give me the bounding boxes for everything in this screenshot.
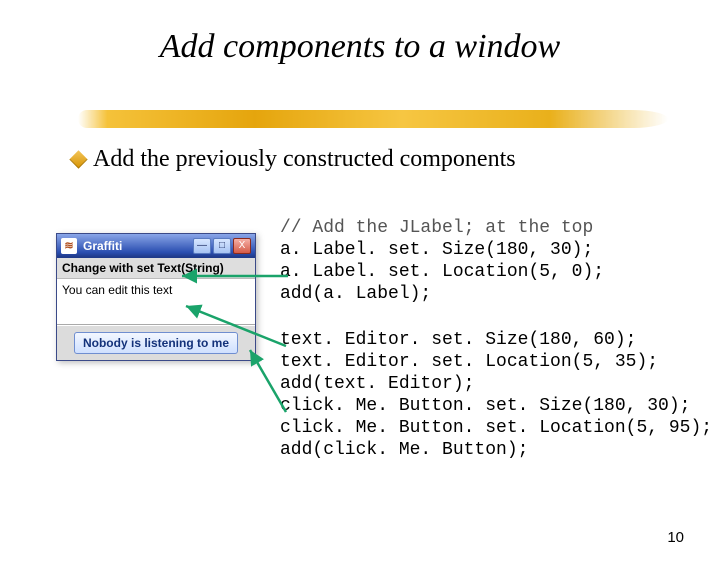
text-editor[interactable]: You can edit this text: [57, 279, 255, 325]
window-title: Graffiti: [83, 239, 187, 253]
java-icon: ≋: [61, 238, 77, 254]
code-block-1: // Add the JLabel; at the top a. Label. …: [280, 218, 700, 306]
code-line: click. Me. Button. set. Size(180, 30);: [280, 396, 700, 418]
code-line: // Add the JLabel; at the top: [280, 218, 700, 240]
code-line: add(text. Editor);: [280, 374, 700, 396]
code-line: a. Label. set. Size(180, 30);: [280, 240, 700, 262]
slide-title: Add components to a window: [0, 28, 720, 66]
button-area: Nobody is listening to me: [57, 325, 255, 360]
page-number: 10: [667, 529, 684, 546]
jlabel: Change with set Text(String): [57, 258, 255, 279]
code-block-2: text. Editor. set. Size(180, 60); text. …: [280, 330, 700, 462]
bullet-icon: [69, 150, 87, 168]
code-line: text. Editor. set. Location(5, 35);: [280, 352, 700, 374]
code-block: // Add the JLabel; at the top a. Label. …: [280, 218, 700, 462]
java-window: ≋ Graffiti — □ X Change with set Text(St…: [56, 233, 256, 361]
bullet-row: Add the previously constructed component…: [72, 146, 516, 173]
code-line: click. Me. Button. set. Location(5, 95);: [280, 418, 700, 440]
code-line: add(click. Me. Button);: [280, 440, 700, 462]
title-underline: [78, 110, 668, 128]
maximize-icon[interactable]: □: [213, 238, 231, 254]
window-buttons: — □ X: [193, 238, 251, 254]
minimize-icon[interactable]: —: [193, 238, 211, 254]
code-line: add(a. Label);: [280, 284, 700, 306]
code-line: a. Label. set. Location(5, 0);: [280, 262, 700, 284]
titlebar: ≋ Graffiti — □ X: [57, 234, 255, 258]
code-line: text. Editor. set. Size(180, 60);: [280, 330, 700, 352]
click-me-button[interactable]: Nobody is listening to me: [74, 332, 238, 354]
bullet-text: Add the previously constructed component…: [93, 146, 516, 173]
close-icon[interactable]: X: [233, 238, 251, 254]
slide: Add components to a window Add the previ…: [0, 28, 720, 568]
